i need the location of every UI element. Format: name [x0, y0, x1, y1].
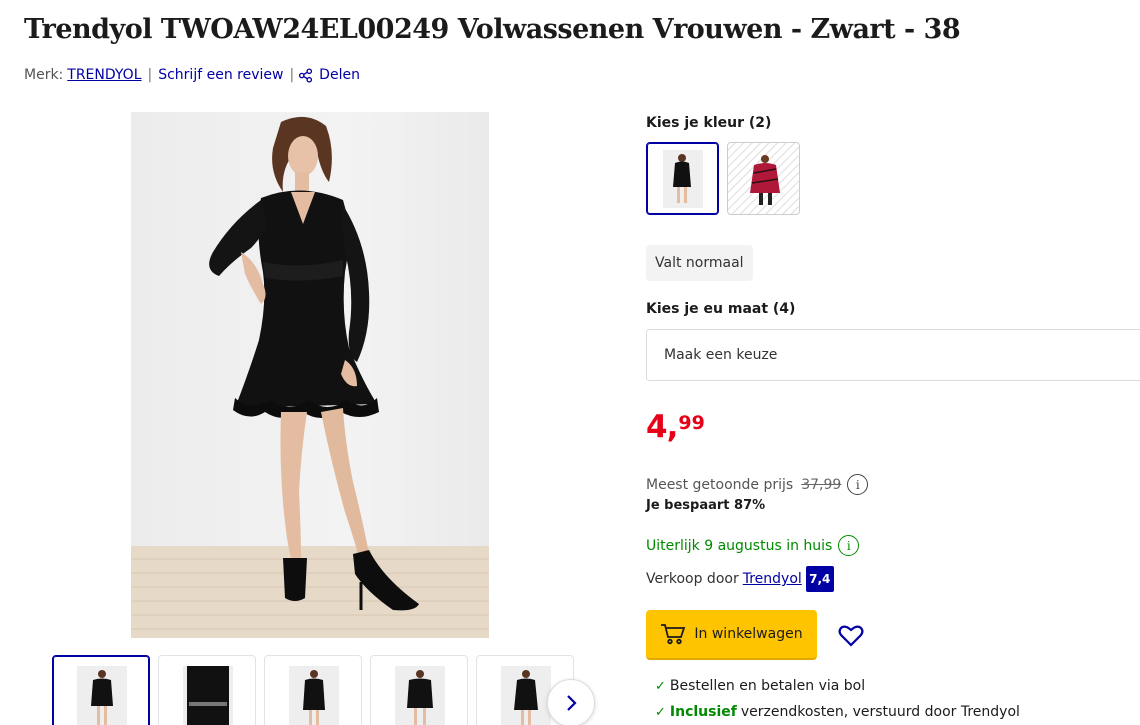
seller-score-badge: 7,4	[805, 566, 834, 592]
size-select-placeholder: Maak een keuze	[664, 347, 778, 363]
separator: |	[289, 67, 295, 83]
product-meta: Merk: TRENDYOL | Schrijf een review | De…	[24, 67, 360, 83]
list-price: Meest getoonde prijs 37,99 i	[646, 474, 869, 495]
thumbnail-image	[77, 666, 127, 725]
check-icon: ✓	[655, 704, 666, 720]
list-price-label: Meest getoonde prijs	[646, 476, 794, 493]
price-whole: 4	[646, 409, 668, 445]
share-icon	[299, 67, 313, 83]
brand-prefix: Merk:	[24, 67, 64, 83]
delivery-info: Uiterlijk 9 augustus in huis i	[646, 535, 860, 556]
thumbnail[interactable]	[158, 655, 256, 725]
thumbnail-image	[183, 666, 233, 725]
thumbnail-image	[501, 666, 551, 725]
size-select[interactable]: Maak een keuze	[646, 329, 1140, 381]
share-label: Delen	[319, 67, 360, 83]
thumbnail-strip	[52, 655, 574, 725]
thumbnail[interactable]	[264, 655, 362, 725]
info-icon[interactable]: i	[838, 535, 860, 556]
color-label: Kies je kleur (2)	[646, 115, 772, 131]
check-icon: ✓	[655, 678, 666, 694]
price: 4 , 99	[646, 412, 705, 443]
usp-bold-text: Inclusief	[669, 704, 737, 720]
dress-model-illustration	[209, 116, 419, 611]
brand-link[interactable]: TRENDYOL	[67, 67, 141, 83]
thumbnail[interactable]	[370, 655, 468, 725]
color-options	[646, 142, 800, 215]
fit-badge: Valt normaal	[646, 245, 753, 281]
seller-prefix: Verkoop door	[646, 571, 739, 587]
color-option-red[interactable]	[727, 142, 800, 215]
usp-text: Bestellen en betalen via bol	[669, 678, 866, 694]
seller-link[interactable]: Trendyol	[743, 571, 802, 587]
thumbnail-image	[395, 666, 445, 725]
delivery-text: Uiterlijk 9 augustus in huis	[646, 537, 833, 554]
info-icon[interactable]: i	[847, 474, 869, 495]
price-cents: 99	[678, 412, 705, 434]
wishlist-button[interactable]	[836, 620, 866, 650]
heart-icon	[838, 625, 864, 647]
share-link[interactable]: Delen	[296, 67, 360, 83]
write-review-link[interactable]: Schrijf een review	[158, 67, 283, 83]
gallery-next-button[interactable]	[547, 679, 595, 725]
price-separator: ,	[666, 409, 679, 445]
add-to-cart-button[interactable]: In winkelwagen	[646, 610, 817, 660]
usp-item: ✓ Inclusief verzendkosten, verstuurd doo…	[655, 704, 1020, 720]
chevron-right-icon	[567, 695, 577, 711]
color-option-black[interactable]	[646, 142, 719, 215]
seller-info: Verkoop door Trendyol 7,4	[646, 566, 834, 592]
thumbnail[interactable]	[52, 655, 150, 725]
separator: |	[147, 67, 153, 83]
cart-icon	[661, 624, 686, 645]
thumbnail-image	[289, 666, 339, 725]
usp-item: ✓ Bestellen en betalen via bol	[655, 678, 865, 694]
usp-text: verzendkosten, verstuurd door Trendyol	[740, 704, 1020, 720]
size-label: Kies je eu maat (4)	[646, 301, 796, 317]
list-price-value: 37,99	[801, 476, 842, 493]
add-to-cart-label: In winkelwagen	[694, 626, 803, 642]
product-title: Trendyol TWOAW24EL00249 Volwassenen Vrou…	[24, 14, 961, 45]
main-product-image[interactable]	[131, 112, 489, 638]
saving-text: Je bespaart 87%	[646, 498, 766, 513]
